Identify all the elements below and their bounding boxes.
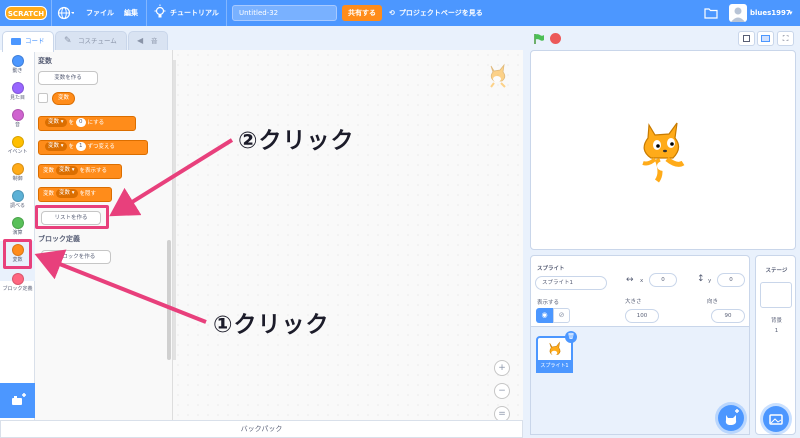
tab-code-label: コード [25, 37, 45, 45]
arrow-step1 [34, 249, 207, 324]
tab-code[interactable]: コード [2, 31, 54, 52]
arrow-step2 [109, 138, 234, 217]
code-icon [11, 38, 21, 45]
annotation-arrows [34, 138, 234, 324]
annotation-step2: ②クリック [238, 128, 355, 154]
annotation-step1: ①クリック [213, 312, 330, 338]
